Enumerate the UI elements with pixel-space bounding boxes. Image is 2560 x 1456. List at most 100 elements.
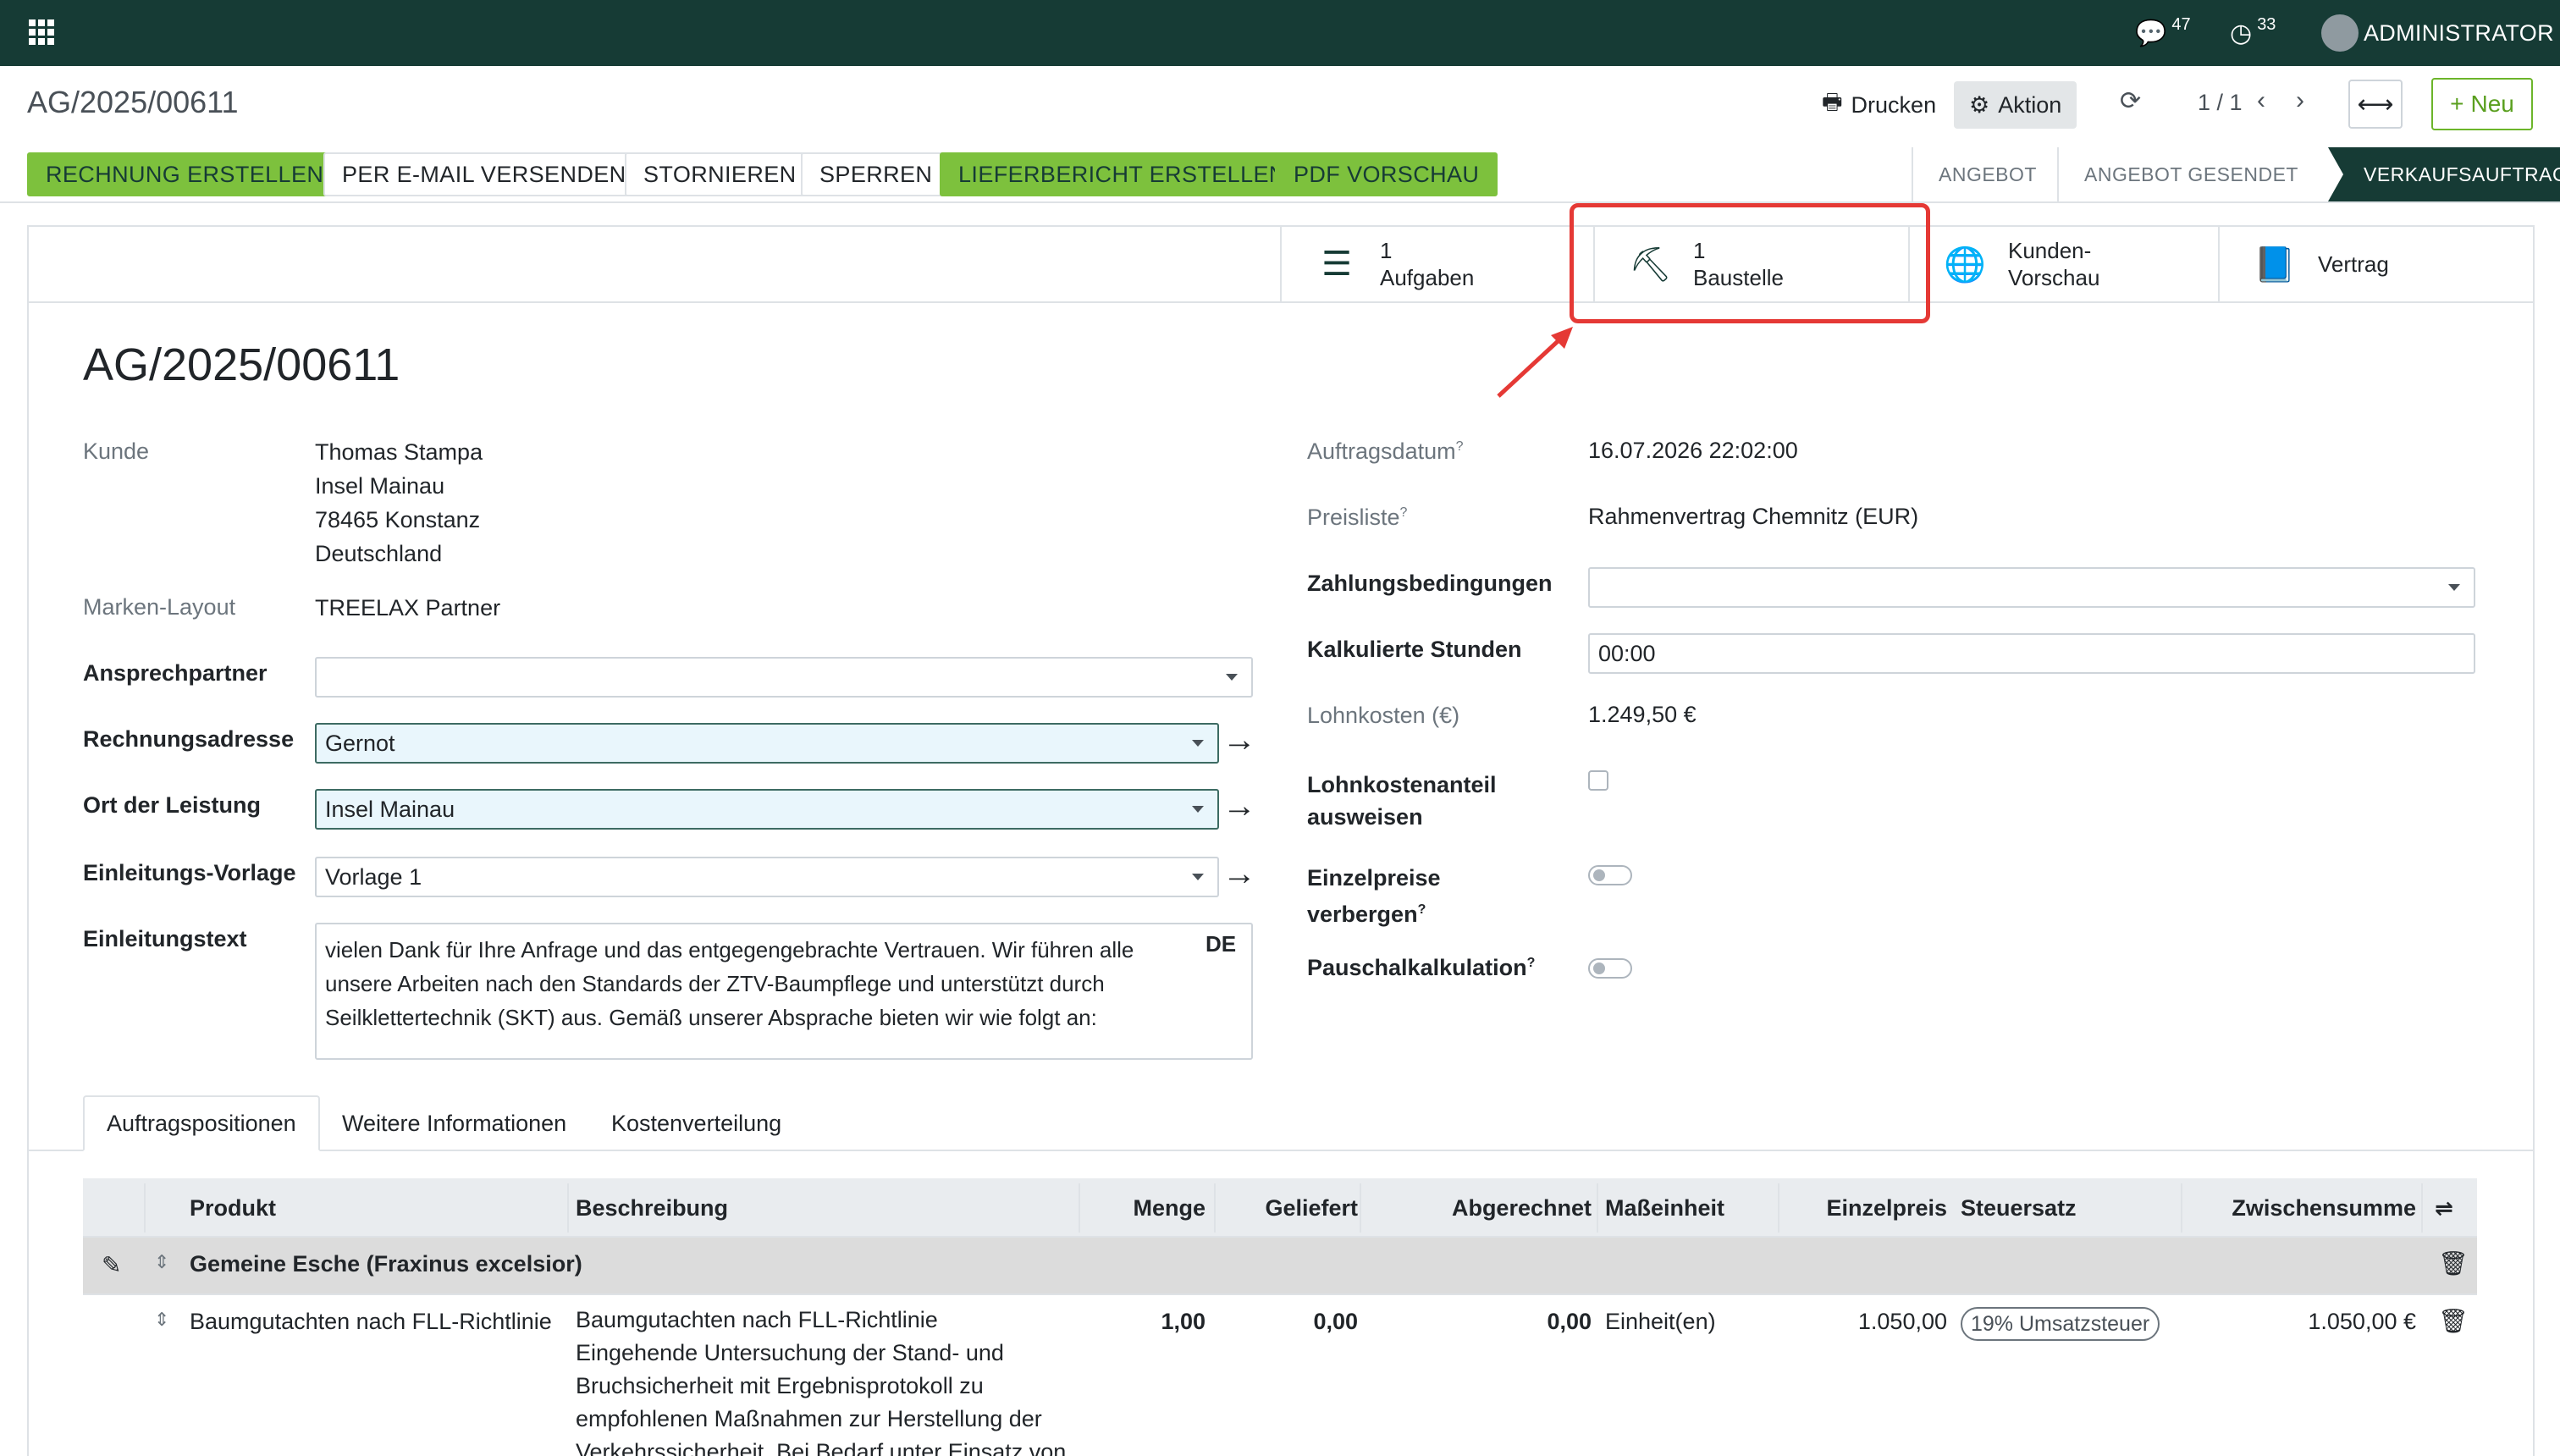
help-icon[interactable]: ? bbox=[1400, 505, 1408, 520]
row-product[interactable]: Baumgutachten nach FLL-Richtlinie bbox=[190, 1309, 552, 1335]
row-invoiced: 0,00 bbox=[1547, 1309, 1592, 1334]
labor-share-label-1: Lohnkostenanteil bbox=[1307, 772, 1497, 797]
labor-share-checkbox[interactable] bbox=[1588, 770, 1608, 791]
trash-icon[interactable]: 🗑 bbox=[2438, 1249, 2469, 1277]
pricelist-value[interactable]: Rahmenvertrag Chemnitz (EUR) bbox=[1588, 499, 1918, 533]
open-record-arrow-icon[interactable]: → bbox=[1222, 787, 1256, 825]
clock-icon: ◷ bbox=[2230, 19, 2253, 47]
stage-quotation[interactable]: ANGEBOT bbox=[1912, 147, 2057, 201]
row-uom[interactable]: Einheit(en) bbox=[1605, 1309, 1716, 1335]
section-title[interactable]: Gemeine Esche (Fraxinus excelsior) bbox=[190, 1251, 582, 1277]
chevron-down-icon bbox=[1192, 874, 1204, 880]
pager-value[interactable]: 1 / 1 bbox=[2198, 90, 2243, 116]
lock-button[interactable]: SPERREN bbox=[801, 152, 952, 196]
create-delivery-report-button[interactable]: LIEFERBERICHT ERSTELLEN bbox=[940, 152, 1305, 196]
chat-icon: 💬 bbox=[2135, 19, 2167, 47]
payment-terms-label: Zahlungsbedingungen bbox=[1307, 571, 1553, 596]
intro-text-label: Einleitungstext bbox=[83, 926, 247, 951]
column-header-description[interactable]: Beschreibung bbox=[576, 1178, 728, 1238]
expand-width-button[interactable]: ⟷ bbox=[2348, 80, 2403, 129]
tab-cost-distribution[interactable]: Kostenverteilung bbox=[589, 1095, 803, 1151]
intro-text-field[interactable]: vielen Dank für Ihre Anfrage und das ent… bbox=[315, 923, 1253, 1060]
pricelist-label-text: Preisliste bbox=[1307, 505, 1400, 530]
intro-text-value: vielen Dank für Ihre Anfrage und das ent… bbox=[325, 937, 1134, 1030]
activities-button[interactable]: ◷ 33 bbox=[2230, 15, 2276, 51]
drag-handle-icon[interactable]: ⇕ bbox=[154, 1309, 169, 1331]
hide-prices-toggle[interactable] bbox=[1588, 865, 1632, 885]
calc-hours-field[interactable]: 00:00 bbox=[1588, 633, 2475, 674]
column-header-tax[interactable]: Steuersatz bbox=[1961, 1178, 2077, 1238]
column-header-product[interactable]: Produkt bbox=[190, 1178, 276, 1238]
messages-button[interactable]: 💬 47 bbox=[2135, 15, 2191, 51]
avatar bbox=[2321, 14, 2359, 52]
new-button[interactable]: + Neu bbox=[2431, 78, 2533, 130]
open-record-arrow-icon[interactable]: → bbox=[1222, 855, 1256, 893]
help-icon[interactable]: ? bbox=[1418, 902, 1426, 917]
column-header-quantity[interactable]: Menge bbox=[1079, 1178, 1206, 1238]
contract-label: Vertrag bbox=[2318, 251, 2389, 277]
plus-icon: + bbox=[2450, 91, 2464, 117]
row-tax-badge[interactable]: 19% Umsatzsteuer bbox=[1961, 1307, 2160, 1341]
flat-calc-label: Pauschalkalkulation? bbox=[1307, 955, 1535, 981]
language-badge[interactable]: DE bbox=[1206, 931, 1236, 957]
column-header-unit-price[interactable]: Einzelpreis bbox=[1778, 1178, 1947, 1238]
contract-smart-button[interactable]: 📘 Vertrag bbox=[2218, 227, 2535, 301]
column-separator bbox=[2421, 1183, 2423, 1233]
column-header-delivered[interactable]: Geliefert bbox=[1214, 1178, 1358, 1238]
row-unit-price[interactable]: 1.050,00 bbox=[1778, 1309, 1947, 1335]
help-icon[interactable]: ? bbox=[1527, 956, 1536, 970]
tasks-icon: ☰ bbox=[1321, 245, 1352, 283]
description-line: Bruchsicherheit mit Ergebnisprotokoll zu bbox=[576, 1373, 984, 1398]
user-menu[interactable]: ADMINISTRATOR bbox=[2321, 14, 2554, 52]
trash-icon[interactable]: 🗑 bbox=[2438, 1307, 2469, 1335]
invoice-address-value: Gernot bbox=[325, 730, 395, 756]
action-button[interactable]: ⚙ Aktion bbox=[1954, 81, 2077, 129]
send-email-button[interactable]: PER E-MAIL VERSENDEN bbox=[323, 152, 645, 196]
service-location-field[interactable]: Insel Mainau bbox=[315, 789, 1219, 830]
row-delivered[interactable]: 0,00 bbox=[1214, 1309, 1358, 1335]
optional-columns-icon[interactable]: ⇌ bbox=[2435, 1178, 2453, 1238]
breadcrumb[interactable]: AG/2025/00611 bbox=[27, 85, 239, 120]
row-quantity[interactable]: 1,00 bbox=[1079, 1309, 1206, 1335]
print-label: Drucken bbox=[1851, 91, 1937, 118]
preview-label-1: Kunden- bbox=[2008, 238, 2092, 263]
flat-calc-label-text: Pauschalkalkulation bbox=[1307, 955, 1527, 980]
tab-order-lines[interactable]: Auftragspositionen bbox=[83, 1095, 320, 1151]
intro-template-value: Vorlage 1 bbox=[325, 863, 422, 890]
cancel-order-button[interactable]: STORNIEREN bbox=[625, 152, 815, 196]
column-header-subtotal[interactable]: Zwischensumme bbox=[2181, 1178, 2416, 1238]
print-button[interactable]: 🖶 Drucken bbox=[1807, 81, 1951, 129]
tasks-smart-button[interactable]: ☰ 1 Aufgaben bbox=[1280, 227, 1593, 301]
help-icon[interactable]: ? bbox=[1456, 439, 1464, 454]
payment-terms-field[interactable] bbox=[1588, 567, 2475, 608]
intro-template-field[interactable]: Vorlage 1 bbox=[315, 857, 1219, 897]
row-description[interactable]: Baumgutachten nach FLL-Richtlinie Eingeh… bbox=[576, 1304, 1066, 1456]
pager-previous-icon[interactable]: ‹ bbox=[2257, 86, 2265, 115]
create-invoice-button[interactable]: RECHNUNG ERSTELLEN bbox=[27, 152, 343, 196]
new-label: Neu bbox=[2470, 91, 2514, 117]
customer-address[interactable]: Thomas Stampa Insel Mainau 78465 Konstan… bbox=[315, 435, 483, 571]
tab-more-info[interactable]: Weitere Informationen bbox=[320, 1095, 588, 1151]
description-line: Baumgutachten nach FLL-Richtlinie bbox=[576, 1307, 938, 1332]
pdf-preview-button[interactable]: PDF VORSCHAU bbox=[1275, 152, 1498, 196]
pager-next-icon[interactable]: › bbox=[2296, 86, 2304, 115]
drag-handle-icon[interactable]: ⇕ bbox=[154, 1251, 169, 1273]
brand-layout-value[interactable]: TREELAX Partner bbox=[315, 591, 500, 625]
description-line: Eingehende Untersuchung der Stand- und bbox=[576, 1340, 1004, 1365]
refresh-icon[interactable]: ⟳ bbox=[2120, 86, 2141, 116]
column-header-invoiced[interactable]: Abgerechnet bbox=[1360, 1178, 1592, 1238]
calc-hours-value: 00:00 bbox=[1598, 640, 1656, 666]
column-header-uom[interactable]: Maßeinheit bbox=[1605, 1178, 1724, 1238]
flat-calc-toggle[interactable] bbox=[1588, 958, 1632, 979]
customer-preview-smart-button[interactable]: 🌐 Kunden- Vorschau bbox=[1908, 227, 2218, 301]
order-date-value[interactable]: 16.07.2026 22:02:00 bbox=[1588, 433, 1798, 467]
open-record-arrow-icon[interactable]: → bbox=[1222, 721, 1256, 759]
stage-quotation-sent[interactable]: ANGEBOT GESENDET bbox=[2057, 147, 2328, 201]
invoice-address-field[interactable]: Gernot bbox=[315, 723, 1219, 764]
calc-hours-label: Kalkulierte Stunden bbox=[1307, 637, 1522, 662]
apps-menu-icon[interactable] bbox=[29, 19, 54, 45]
edit-icon[interactable]: ✎ bbox=[102, 1251, 121, 1279]
customer-name: Thomas Stampa bbox=[315, 439, 483, 465]
contact-field[interactable] bbox=[315, 657, 1253, 698]
stage-sales-order[interactable]: VERKAUFSAUFTRAG bbox=[2328, 147, 2560, 201]
